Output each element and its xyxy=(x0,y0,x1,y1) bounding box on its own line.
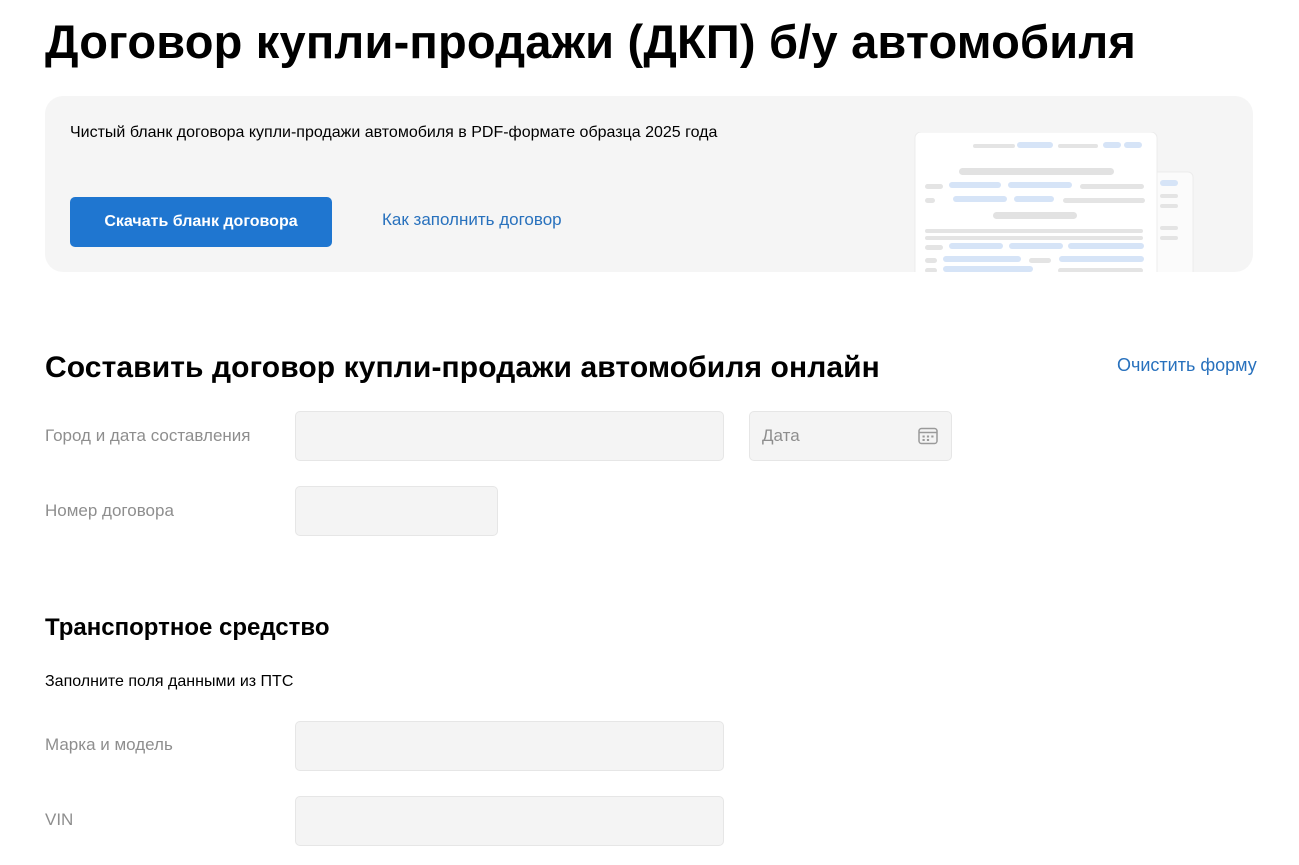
document-preview-illustration xyxy=(914,132,1194,272)
download-blank-button[interactable]: Скачать бланк договора xyxy=(70,197,332,247)
date-field[interactable] xyxy=(749,411,952,461)
page-title: Договор купли-продажи (ДКП) б/у автомоби… xyxy=(45,15,1137,68)
form-section-title: Составить договор купли-продажи автомоби… xyxy=(45,351,880,384)
vehicle-section-title: Транспортное средство xyxy=(45,614,330,641)
city-date-label: Город и дата составления xyxy=(45,426,251,445)
banner-text: Чистый бланк договора купли-продажи авто… xyxy=(70,124,718,141)
download-banner: Чистый бланк договора купли-продажи авто… xyxy=(45,96,1253,272)
make-model-input[interactable] xyxy=(295,721,724,771)
city-input[interactable] xyxy=(295,411,724,461)
vehicle-hint: Заполните поля данными из ПТС xyxy=(45,673,294,690)
clear-form-link[interactable]: Очистить форму xyxy=(1117,355,1257,376)
contract-number-label: Номер договора xyxy=(45,501,174,520)
contract-number-input[interactable] xyxy=(295,486,498,536)
how-to-fill-link[interactable]: Как заполнить договор xyxy=(382,210,562,230)
calendar-icon[interactable] xyxy=(918,427,938,445)
vin-input[interactable] xyxy=(295,796,724,846)
make-model-label: Марка и модель xyxy=(45,735,173,754)
vin-label: VIN xyxy=(45,810,74,829)
